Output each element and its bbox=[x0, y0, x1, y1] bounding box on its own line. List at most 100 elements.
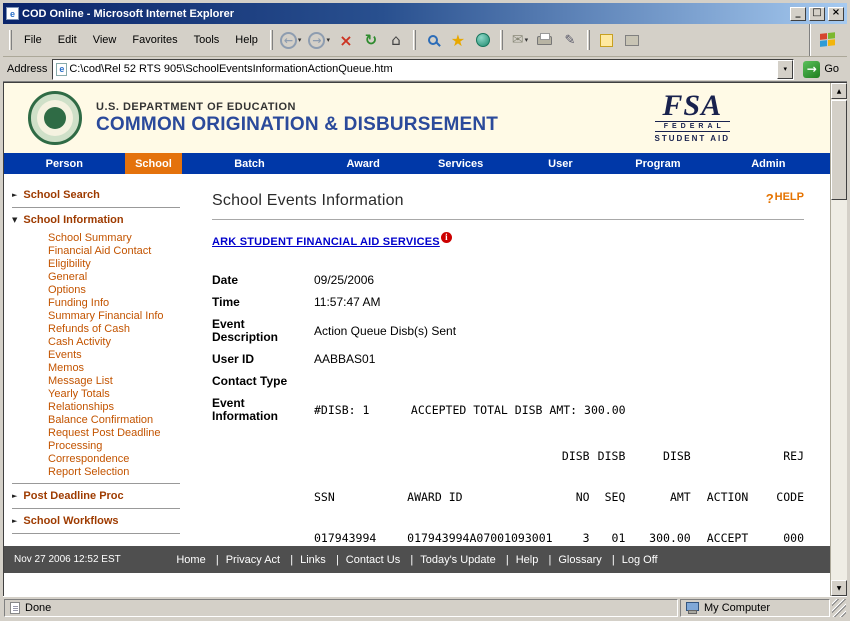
help-link[interactable]: HELP bbox=[766, 192, 804, 206]
sidebar-item[interactable]: Relationships bbox=[48, 401, 198, 414]
footer-link[interactable]: Contact Us bbox=[336, 554, 410, 566]
footer-link[interactable]: Today's Update bbox=[410, 554, 505, 566]
school-link[interactable]: ARK STUDENT FINANCIAL AID SERVICES bbox=[212, 236, 440, 248]
footer-link[interactable]: Glossary bbox=[548, 554, 611, 566]
sidebar-item[interactable]: General bbox=[48, 271, 198, 284]
field-label-contact-type: Contact Type bbox=[212, 375, 314, 388]
stop-button[interactable]: × bbox=[334, 27, 358, 53]
sidebar-item[interactable]: Funding Info bbox=[48, 297, 198, 310]
footer-link[interactable]: Help bbox=[506, 554, 549, 566]
table-header-cell: REJ bbox=[760, 449, 804, 490]
table-header-cell: CODE bbox=[760, 490, 804, 531]
sidebar-section-school-search[interactable]: School Search bbox=[4, 186, 204, 204]
close-button[interactable]: × bbox=[828, 7, 844, 21]
sidebar-item[interactable]: Events bbox=[48, 349, 198, 362]
home-icon: ⌂ bbox=[391, 31, 401, 49]
windows-flag-icon bbox=[820, 32, 836, 49]
nav-tab[interactable]: Admin bbox=[707, 153, 830, 174]
toolbar-grip bbox=[270, 30, 273, 50]
sidebar-item[interactable]: Request Post Deadline Processing bbox=[48, 427, 198, 453]
table-cell-disb-amt: 300.00 bbox=[625, 531, 690, 545]
title-bar: COD Online - Microsoft Internet Explorer… bbox=[3, 3, 847, 24]
go-button[interactable]: → Go bbox=[799, 61, 843, 78]
sidebar-item[interactable]: Report Selection bbox=[48, 466, 198, 479]
sidebar-item[interactable]: Refunds of Cash bbox=[48, 323, 198, 336]
menu-item[interactable]: Help bbox=[227, 32, 266, 48]
print-button[interactable] bbox=[533, 27, 557, 53]
address-input[interactable] bbox=[67, 60, 777, 79]
sidebar-item[interactable]: Yearly Totals bbox=[48, 388, 198, 401]
info-icon[interactable] bbox=[441, 232, 452, 243]
scroll-down-icon[interactable]: ▼ bbox=[831, 580, 847, 596]
footer-timestamp: Nov 27 2006 12:52 EST bbox=[14, 554, 121, 565]
footer-link[interactable]: Links bbox=[290, 554, 336, 566]
sidebar-item[interactable]: Cash Activity bbox=[48, 336, 198, 349]
sidebar-item[interactable]: Correspondence bbox=[48, 453, 198, 466]
sidebar-section-school-information[interactable]: School Information bbox=[4, 211, 204, 229]
toolbar: ← ▾ → ▾ × ↻ ⌂ ★ ✉ ▾ ✎ bbox=[277, 27, 809, 53]
refresh-button[interactable]: ↻ bbox=[359, 27, 383, 53]
edit-button[interactable]: ✎ bbox=[558, 27, 582, 53]
maximize-button[interactable]: □ bbox=[809, 7, 825, 21]
minimize-button[interactable]: _ bbox=[790, 7, 806, 21]
sidebar-item[interactable]: Balance Confirmation bbox=[48, 414, 198, 427]
vertical-scrollbar[interactable]: ▲ ▼ bbox=[830, 83, 847, 596]
footer-link[interactable]: Home bbox=[166, 554, 215, 566]
field-label-event-description: Event Description bbox=[212, 318, 314, 344]
nav-tab[interactable]: Person bbox=[4, 153, 125, 174]
sidebar-item[interactable]: Financial Aid Contact bbox=[48, 245, 198, 258]
menu-item[interactable]: Favorites bbox=[124, 32, 185, 48]
ed-seal-logo bbox=[28, 91, 82, 145]
stop-icon: × bbox=[339, 31, 352, 50]
sidebar-item[interactable]: Memos bbox=[48, 362, 198, 375]
favorites-button[interactable]: ★ bbox=[446, 27, 470, 53]
scroll-up-icon[interactable]: ▲ bbox=[831, 83, 847, 99]
sidebar-section-school-workflows[interactable]: School Workflows bbox=[4, 512, 204, 530]
table-header-cell bbox=[314, 449, 407, 490]
sidebar-item[interactable]: Options bbox=[48, 284, 198, 297]
media-button[interactable] bbox=[471, 27, 495, 53]
mail-button[interactable]: ✉ ▾ bbox=[508, 27, 532, 53]
toolbar-grip bbox=[413, 30, 416, 50]
menu-item[interactable]: View bbox=[85, 32, 125, 48]
table-cell-action: ACCEPT bbox=[691, 531, 761, 545]
search-button[interactable] bbox=[421, 27, 445, 53]
page-frame: U.S. DEPARTMENT OF EDUCATION COMMON ORIG… bbox=[3, 82, 847, 596]
page-content: U.S. DEPARTMENT OF EDUCATION COMMON ORIG… bbox=[4, 83, 830, 596]
menu-item[interactable]: File bbox=[16, 32, 50, 48]
address-dropdown-icon[interactable]: ▾ bbox=[777, 60, 793, 79]
sidebar-item[interactable]: Eligibility bbox=[48, 258, 198, 271]
table-header-cell bbox=[691, 449, 761, 490]
footer-link[interactable]: Log Off bbox=[612, 554, 668, 566]
forward-button[interactable]: → ▾ bbox=[305, 27, 333, 53]
title-divider bbox=[212, 219, 804, 220]
page-bottom-filler bbox=[4, 573, 830, 596]
tools-button[interactable] bbox=[620, 27, 644, 53]
scrollbar-thumb[interactable] bbox=[831, 100, 847, 200]
notes-button[interactable] bbox=[595, 27, 619, 53]
school-link-row: ARK STUDENT FINANCIAL AID SERVICES bbox=[212, 232, 804, 250]
footer-link[interactable]: Privacy Act bbox=[216, 554, 290, 566]
nav-tab[interactable]: Award bbox=[317, 153, 410, 174]
resize-grip[interactable] bbox=[832, 599, 846, 617]
menu-item[interactable]: Edit bbox=[50, 32, 85, 48]
sidebar-item[interactable]: School Summary bbox=[48, 232, 198, 245]
table-header-cell: DISB bbox=[590, 449, 626, 490]
table-header-cell: AMT bbox=[625, 490, 690, 531]
sidebar-item[interactable]: Message List bbox=[48, 375, 198, 388]
back-button[interactable]: ← ▾ bbox=[277, 27, 305, 53]
home-button[interactable]: ⌂ bbox=[384, 27, 408, 53]
primary-nav: PersonSchoolBatchAwardServicesUserProgra… bbox=[4, 153, 830, 174]
back-icon: ← bbox=[280, 32, 297, 49]
nav-tab[interactable]: Services bbox=[410, 153, 512, 174]
nav-tab[interactable]: School bbox=[125, 153, 183, 174]
nav-tab[interactable]: Program bbox=[609, 153, 706, 174]
table-header-cell: SEQ bbox=[590, 490, 626, 531]
sidebar-item[interactable]: Summary Financial Info bbox=[48, 310, 198, 323]
system-name: COMMON ORIGINATION & DISBURSEMENT bbox=[96, 114, 498, 136]
sidebar-section-post-deadline-proc[interactable]: Post Deadline Proc bbox=[4, 487, 204, 505]
nav-tab[interactable]: Batch bbox=[182, 153, 317, 174]
menu-item[interactable]: Tools bbox=[186, 32, 228, 48]
nav-tab[interactable]: User bbox=[512, 153, 609, 174]
print-icon bbox=[537, 36, 552, 45]
